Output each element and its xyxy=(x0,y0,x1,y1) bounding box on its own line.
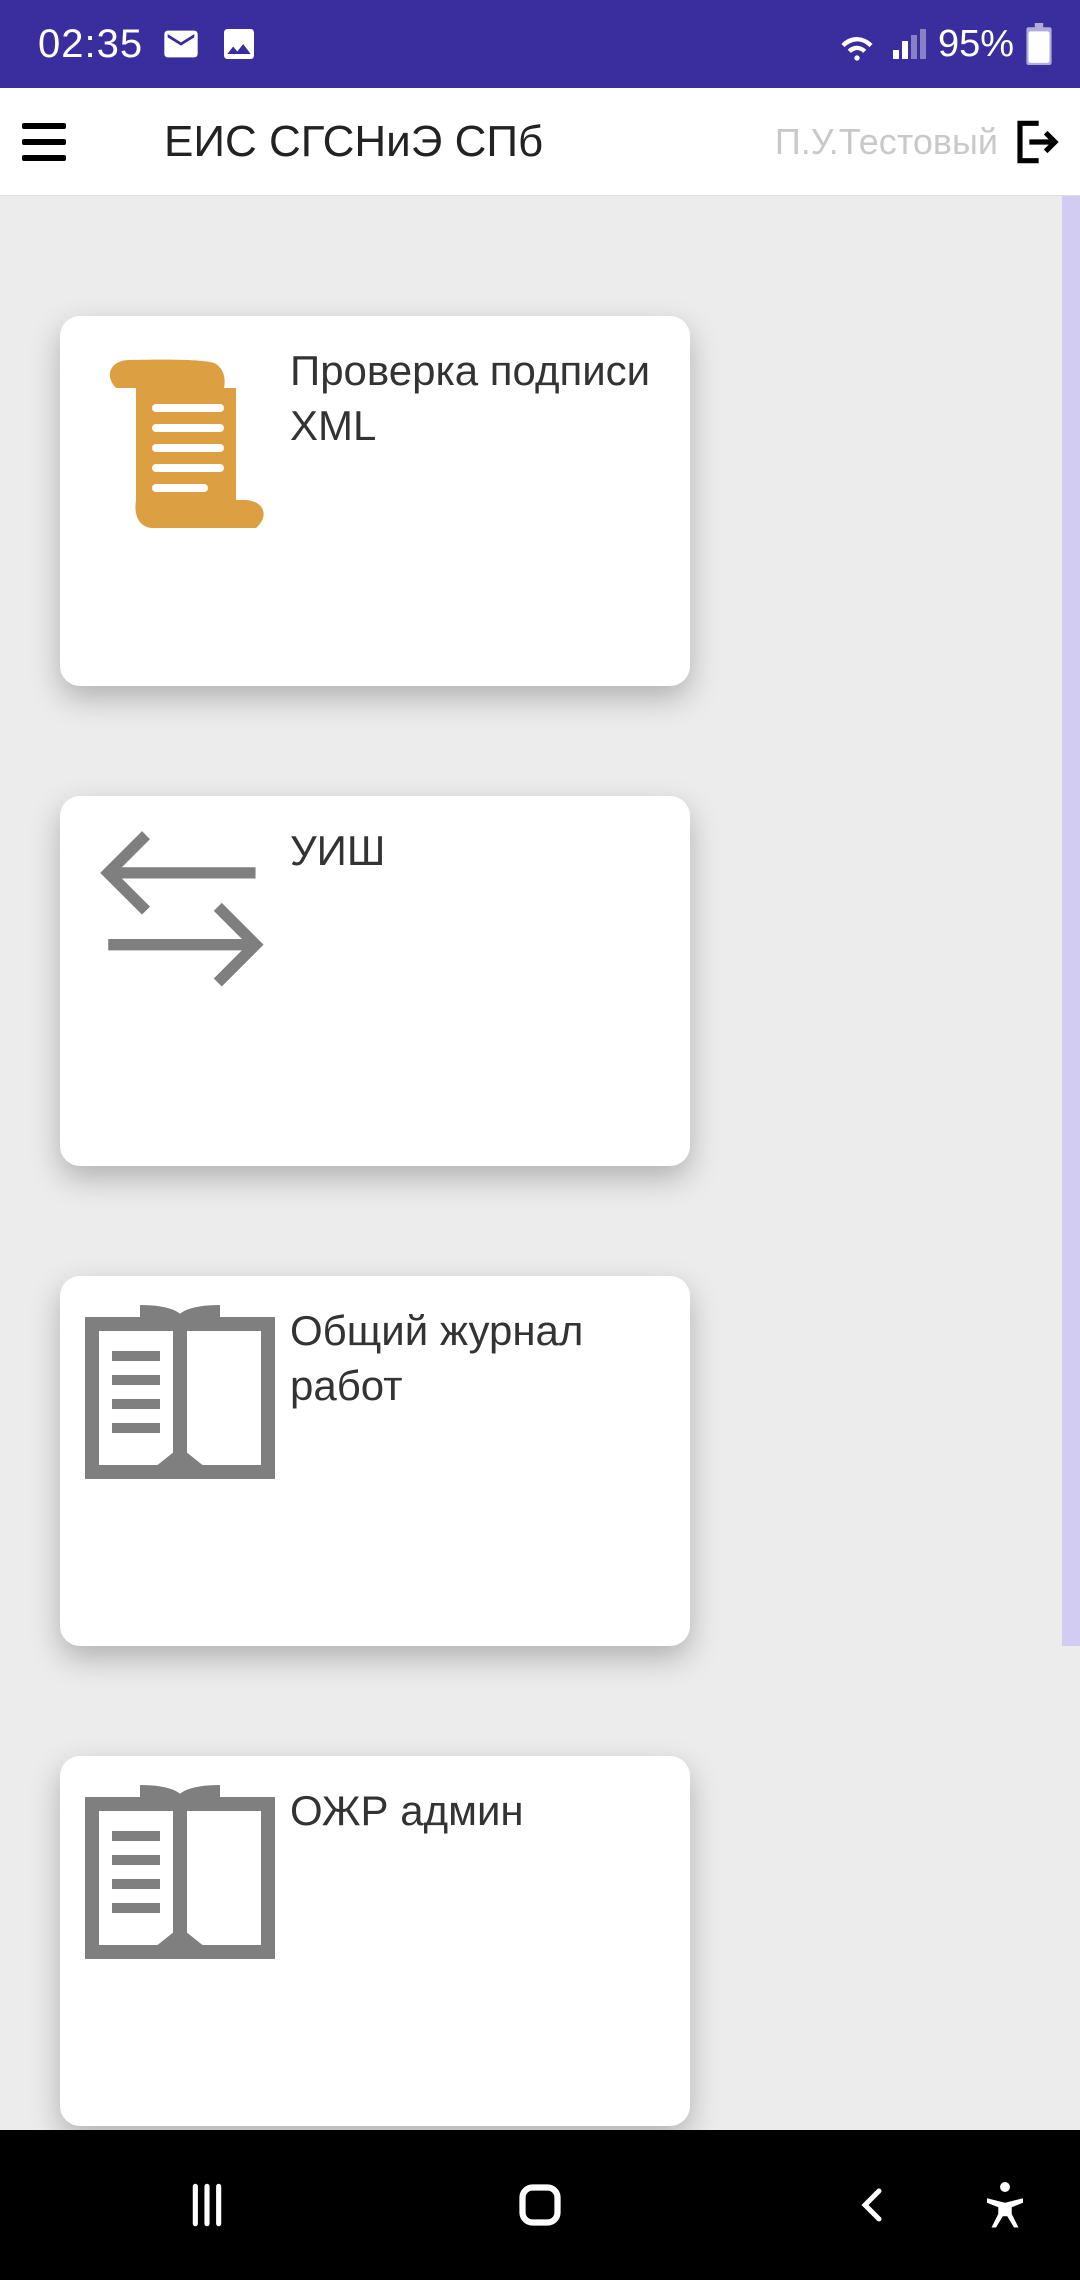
mail-icon xyxy=(161,24,201,64)
scrollbar[interactable] xyxy=(1062,196,1080,1646)
status-time: 02:35 xyxy=(38,22,143,67)
back-button[interactable] xyxy=(828,2160,918,2250)
status-right: 95% xyxy=(836,23,1052,66)
card-general-log[interactable]: Общий журнал работ xyxy=(60,1276,690,1646)
arrows-icon xyxy=(70,820,290,1142)
battery-icon xyxy=(1026,23,1052,65)
home-button[interactable] xyxy=(495,2160,585,2250)
status-bar: 02:35 95% xyxy=(0,0,1080,88)
status-left: 02:35 xyxy=(38,22,259,67)
book-icon xyxy=(70,1780,290,2102)
recent-apps-button[interactable] xyxy=(162,2160,252,2250)
battery-percent: 95% xyxy=(938,23,1014,66)
card-label: ОЖР админ xyxy=(290,1780,666,2102)
picture-icon xyxy=(219,24,259,64)
accessibility-button[interactable] xyxy=(960,2160,1050,2250)
card-ozhr-admin[interactable]: ОЖР админ xyxy=(60,1756,690,2126)
card-uish[interactable]: УИШ xyxy=(60,796,690,1166)
logout-button[interactable] xyxy=(1006,114,1062,170)
card-label: Проверка подписи XML xyxy=(290,340,666,662)
card-verify-xml[interactable]: Проверка подписи XML xyxy=(60,316,690,686)
system-nav-bar xyxy=(0,2130,1080,2280)
app-header: ЕИС СГСНиЭ СПб П.У.Тестовый xyxy=(0,88,1080,196)
card-label: УИШ xyxy=(290,820,666,1142)
card-list: Проверка подписи XML УИШ xyxy=(0,196,1080,2126)
card-label: Общий журнал работ xyxy=(290,1300,666,1622)
menu-button[interactable] xyxy=(14,112,74,172)
scroll-icon xyxy=(70,340,290,662)
wifi-icon xyxy=(836,23,878,65)
signal-icon xyxy=(890,26,926,62)
content-area: Проверка подписи XML УИШ xyxy=(0,196,1080,2130)
book-icon xyxy=(70,1300,290,1622)
app-title: ЕИС СГСНиЭ СПб xyxy=(164,117,543,167)
user-name: П.У.Тестовый xyxy=(775,121,998,163)
